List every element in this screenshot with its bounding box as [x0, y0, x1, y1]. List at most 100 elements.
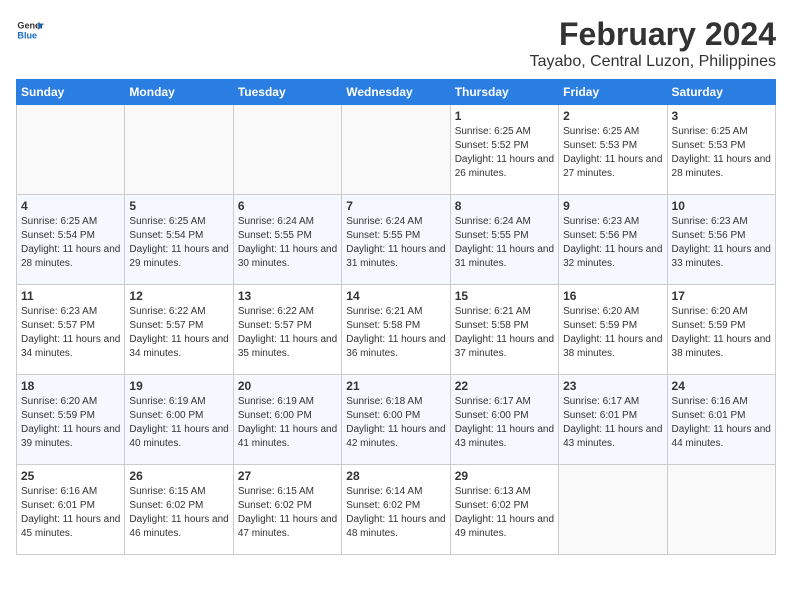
- day-content: Sunrise: 6:21 AMSunset: 5:58 PMDaylight:…: [346, 305, 445, 361]
- day-of-week-header: Sunday: [17, 80, 125, 105]
- calendar-cell: 6 Sunrise: 6:24 AMSunset: 5:55 PMDaylight…: [233, 195, 341, 285]
- day-content: Sunrise: 6:19 AMSunset: 6:00 PMDaylight:…: [238, 395, 337, 451]
- day-number: 14: [346, 289, 445, 303]
- day-of-week-header: Saturday: [667, 80, 775, 105]
- calendar-cell: [125, 105, 233, 195]
- day-number: 15: [455, 289, 554, 303]
- day-content: Sunrise: 6:13 AMSunset: 6:02 PMDaylight:…: [455, 485, 554, 541]
- day-number: 28: [346, 469, 445, 483]
- calendar-cell: 13 Sunrise: 6:22 AMSunset: 5:57 PMDayligh…: [233, 285, 341, 375]
- calendar-cell: 18 Sunrise: 6:20 AMSunset: 5:59 PMDayligh…: [17, 375, 125, 465]
- day-of-week-header: Thursday: [450, 80, 558, 105]
- day-number: 4: [21, 199, 120, 213]
- calendar-cell: 26 Sunrise: 6:15 AMSunset: 6:02 PMDayligh…: [125, 465, 233, 555]
- day-number: 2: [563, 109, 662, 123]
- day-number: 1: [455, 109, 554, 123]
- day-number: 11: [21, 289, 120, 303]
- day-of-week-header: Monday: [125, 80, 233, 105]
- day-content: Sunrise: 6:16 AMSunset: 6:01 PMDaylight:…: [21, 485, 120, 541]
- day-content: Sunrise: 6:25 AMSunset: 5:53 PMDaylight:…: [563, 125, 662, 181]
- calendar-week-row: 25 Sunrise: 6:16 AMSunset: 6:01 PMDayligh…: [17, 465, 776, 555]
- day-number: 10: [672, 199, 771, 213]
- day-number: 22: [455, 379, 554, 393]
- day-number: 21: [346, 379, 445, 393]
- calendar-cell: 19 Sunrise: 6:19 AMSunset: 6:00 PMDayligh…: [125, 375, 233, 465]
- day-content: Sunrise: 6:15 AMSunset: 6:02 PMDaylight:…: [129, 485, 228, 541]
- day-content: Sunrise: 6:17 AMSunset: 6:01 PMDaylight:…: [563, 395, 662, 451]
- day-content: Sunrise: 6:18 AMSunset: 6:00 PMDaylight:…: [346, 395, 445, 451]
- svg-text:Blue: Blue: [17, 30, 37, 40]
- day-content: Sunrise: 6:25 AMSunset: 5:53 PMDaylight:…: [672, 125, 771, 181]
- calendar-cell: 21 Sunrise: 6:18 AMSunset: 6:00 PMDayligh…: [342, 375, 450, 465]
- day-content: Sunrise: 6:24 AMSunset: 5:55 PMDaylight:…: [346, 215, 445, 271]
- calendar-cell: 8Sunrise: 6:24 AMSunset: 5:55 PMDaylight…: [450, 195, 558, 285]
- calendar-table: SundayMondayTuesdayWednesdayThursdayFrid…: [16, 79, 776, 555]
- day-content: Sunrise: 6:21 AMSunset: 5:58 PMDaylight:…: [455, 305, 554, 361]
- calendar-cell: 5Sunrise: 6:25 AMSunset: 5:54 PMDaylight…: [125, 195, 233, 285]
- calendar-cell: 7Sunrise: 6:24 AMSunset: 5:55 PMDaylight…: [342, 195, 450, 285]
- day-of-week-header: Friday: [559, 80, 667, 105]
- calendar-cell: 9 Sunrise: 6:23 AMSunset: 5:56 PMDaylight…: [559, 195, 667, 285]
- calendar-cell: 4 Sunrise: 6:25 AMSunset: 5:54 PMDaylight…: [17, 195, 125, 285]
- calendar-cell: [559, 465, 667, 555]
- calendar-cell: 24 Sunrise: 6:16 AMSunset: 6:01 PMDayligh…: [667, 375, 775, 465]
- day-of-week-header: Tuesday: [233, 80, 341, 105]
- day-content: Sunrise: 6:22 AMSunset: 5:57 PMDaylight:…: [238, 305, 337, 361]
- day-number: 19: [129, 379, 228, 393]
- day-number: 25: [21, 469, 120, 483]
- day-content: Sunrise: 6:25 AMSunset: 5:52 PMDaylight:…: [455, 125, 554, 181]
- day-number: 3: [672, 109, 771, 123]
- day-number: 5: [129, 199, 228, 213]
- calendar-cell: 2 Sunrise: 6:25 AMSunset: 5:53 PMDaylight…: [559, 105, 667, 195]
- calendar-cell: 22 Sunrise: 6:17 AMSunset: 6:00 PMDayligh…: [450, 375, 558, 465]
- day-number: 16: [563, 289, 662, 303]
- day-number: 29: [455, 469, 554, 483]
- day-content: Sunrise: 6:19 AMSunset: 6:00 PMDaylight:…: [129, 395, 228, 451]
- calendar-week-row: 18 Sunrise: 6:20 AMSunset: 5:59 PMDayligh…: [17, 375, 776, 465]
- day-content: Sunrise: 6:17 AMSunset: 6:00 PMDaylight:…: [455, 395, 554, 451]
- calendar-cell: 14 Sunrise: 6:21 AMSunset: 5:58 PMDayligh…: [342, 285, 450, 375]
- day-content: Sunrise: 6:23 AMSunset: 5:56 PMDaylight:…: [563, 215, 662, 271]
- calendar-cell: 10Sunrise: 6:23 AMSunset: 5:56 PMDayligh…: [667, 195, 775, 285]
- page-header: General Blue February 2024 Tayabo, Centr…: [16, 16, 776, 71]
- calendar-cell: 15 Sunrise: 6:21 AMSunset: 5:58 PMDayligh…: [450, 285, 558, 375]
- month-year: February 2024: [530, 16, 776, 53]
- day-content: Sunrise: 6:16 AMSunset: 6:01 PMDaylight:…: [672, 395, 771, 451]
- calendar-cell: 29 Sunrise: 6:13 AMSunset: 6:02 PMDayligh…: [450, 465, 558, 555]
- title-block: February 2024 Tayabo, Central Luzon, Phi…: [530, 16, 776, 71]
- calendar-cell: 25 Sunrise: 6:16 AMSunset: 6:01 PMDayligh…: [17, 465, 125, 555]
- day-number: 18: [21, 379, 120, 393]
- calendar-week-row: 1 Sunrise: 6:25 AMSunset: 5:52 PMDaylight…: [17, 105, 776, 195]
- calendar-cell: 17 Sunrise: 6:20 AMSunset: 5:59 PMDayligh…: [667, 285, 775, 375]
- calendar-header-row: SundayMondayTuesdayWednesdayThursdayFrid…: [17, 80, 776, 105]
- day-content: Sunrise: 6:20 AMSunset: 5:59 PMDaylight:…: [672, 305, 771, 361]
- calendar-cell: 1 Sunrise: 6:25 AMSunset: 5:52 PMDaylight…: [450, 105, 558, 195]
- day-number: 20: [238, 379, 337, 393]
- calendar-body: 1 Sunrise: 6:25 AMSunset: 5:52 PMDaylight…: [17, 105, 776, 555]
- day-content: Sunrise: 6:22 AMSunset: 5:57 PMDaylight:…: [129, 305, 228, 361]
- day-number: 9: [563, 199, 662, 213]
- calendar-week-row: 11 Sunrise: 6:23 AMSunset: 5:57 PMDayligh…: [17, 285, 776, 375]
- day-content: Sunrise: 6:20 AMSunset: 5:59 PMDaylight:…: [21, 395, 120, 451]
- calendar-cell: [17, 105, 125, 195]
- calendar-cell: [667, 465, 775, 555]
- calendar-cell: 28Sunrise: 6:14 AMSunset: 6:02 PMDayligh…: [342, 465, 450, 555]
- day-of-week-header: Wednesday: [342, 80, 450, 105]
- day-number: 13: [238, 289, 337, 303]
- day-content: Sunrise: 6:25 AMSunset: 5:54 PMDaylight:…: [21, 215, 120, 271]
- day-number: 24: [672, 379, 771, 393]
- calendar-cell: 11 Sunrise: 6:23 AMSunset: 5:57 PMDayligh…: [17, 285, 125, 375]
- logo-icon: General Blue: [16, 16, 44, 44]
- day-number: 17: [672, 289, 771, 303]
- day-number: 8: [455, 199, 554, 213]
- day-content: Sunrise: 6:24 AMSunset: 5:55 PMDaylight:…: [238, 215, 337, 271]
- day-number: 12: [129, 289, 228, 303]
- day-content: Sunrise: 6:20 AMSunset: 5:59 PMDaylight:…: [563, 305, 662, 361]
- day-content: Sunrise: 6:23 AMSunset: 5:57 PMDaylight:…: [21, 305, 120, 361]
- day-number: 6: [238, 199, 337, 213]
- logo: General Blue: [16, 16, 44, 44]
- calendar-cell: 27Sunrise: 6:15 AMSunset: 6:02 PMDayligh…: [233, 465, 341, 555]
- calendar-cell: [233, 105, 341, 195]
- day-number: 26: [129, 469, 228, 483]
- calendar-cell: 12 Sunrise: 6:22 AMSunset: 5:57 PMDayligh…: [125, 285, 233, 375]
